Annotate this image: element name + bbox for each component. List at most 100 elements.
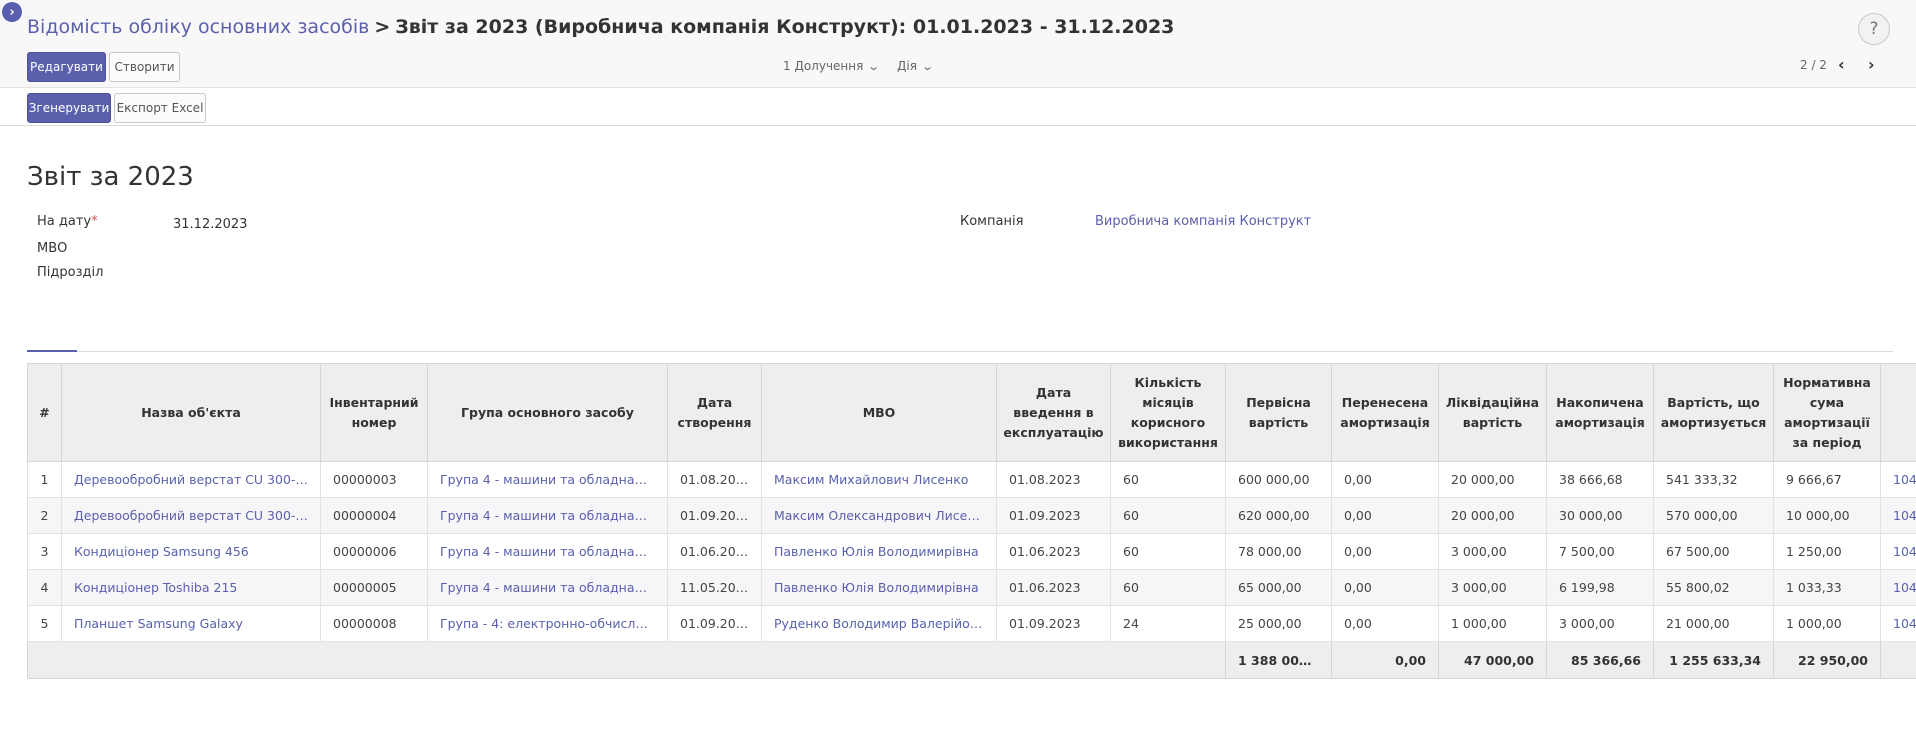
cell-created: 11.05.2023: [667, 569, 762, 606]
column-header-salvage[interactable]: Ліквідаційна вартість: [1438, 363, 1547, 462]
cell-num: 5: [27, 605, 62, 642]
edit-button[interactable]: Редагувати: [27, 52, 106, 82]
attachments-label: 1 Долучення: [783, 59, 864, 73]
cell-group[interactable]: Група 4 - машини та обладнання...: [427, 497, 668, 534]
cell-inventory: 00000008: [320, 605, 428, 642]
column-header-num[interactable]: #: [27, 363, 62, 462]
cell-transferred: 0,00: [1331, 461, 1439, 498]
report-table-container: # Назва об'єкта Інвентарний номер Група …: [27, 363, 1916, 679]
cell-accumulated: 6 199,98: [1546, 569, 1654, 606]
column-header-accumulated[interactable]: Накопичена амортизація: [1546, 363, 1654, 462]
cell-inventory: 00000006: [320, 533, 428, 570]
cell-group[interactable]: Група - 4: електронно-обчислюв...: [427, 605, 668, 642]
cell-created: 01.09.2023: [667, 605, 762, 642]
cell-initial: 78 000,00: [1225, 533, 1332, 570]
table-row[interactable]: 1 Деревообробний верстат CU 300-410 000000…: [27, 461, 1916, 498]
table-row[interactable]: 3 Кондиціонер Samsung 456 00000006 Група 4 …: [27, 533, 1916, 570]
chevron-down-icon: ⌄: [921, 59, 934, 73]
column-header-mvo[interactable]: МВО: [761, 363, 997, 462]
mvo-label: МВО: [37, 241, 68, 256]
total-depreciable: 1 255 633,34: [1653, 641, 1774, 679]
cell-accumulated: 3 000,00: [1546, 605, 1654, 642]
cell-group[interactable]: Група 4 - машини та обладнання...: [427, 533, 668, 570]
cell-num: 3: [27, 533, 62, 570]
cell-name[interactable]: Кондиціонер Toshiba 215: [61, 569, 321, 606]
breadcrumb: Відомість обліку основних засобів > Звіт з…: [27, 16, 1174, 38]
pager-value[interactable]: 2 / 2: [1800, 58, 1827, 72]
column-header-transferred[interactable]: Перенесена амортизація: [1331, 363, 1439, 462]
table-row[interactable]: 5 Планшет Samsung Galaxy 00000008 Група - 4…: [27, 605, 1916, 642]
cell-extra[interactable]: 104: [1880, 461, 1916, 498]
column-header-months[interactable]: Кількість місяців корисного використання: [1110, 363, 1226, 462]
cell-salvage: 20 000,00: [1438, 497, 1547, 534]
report-table: # Назва об'єкта Інвентарний номер Група …: [27, 363, 1916, 679]
date-value[interactable]: 31.12.2023: [173, 217, 247, 232]
column-header-inventory[interactable]: Інвентарний номер: [320, 363, 428, 462]
tab-active-indicator[interactable]: [27, 350, 77, 352]
cell-inventory: 00000004: [320, 497, 428, 534]
table-row[interactable]: 4 Кондиціонер Toshiba 215 00000005 Група 4 …: [27, 569, 1916, 606]
cell-mvo[interactable]: Максим Михайлович Лисенко: [761, 461, 997, 498]
breadcrumb-parent-link[interactable]: Відомість обліку основних засобів: [27, 16, 369, 38]
cell-name[interactable]: Кондиціонер Samsung 456: [61, 533, 321, 570]
cell-accumulated: 30 000,00: [1546, 497, 1654, 534]
cell-months: 60: [1110, 533, 1226, 570]
cell-transferred: 0,00: [1331, 605, 1439, 642]
cell-inventory: 00000003: [320, 461, 428, 498]
table-row[interactable]: 2 Деревообробний верстат CU 300-410 000000…: [27, 497, 1916, 534]
total-transferred: 0,00: [1331, 641, 1439, 679]
generate-button[interactable]: Згенерувати: [27, 93, 111, 123]
help-button[interactable]: ?: [1858, 13, 1890, 45]
sidebar-toggle-icon[interactable]: ›: [2, 2, 22, 22]
export-excel-button[interactable]: Експорт Excel: [114, 93, 206, 123]
cell-transferred: 0,00: [1331, 533, 1439, 570]
cell-commissioned: 01.09.2023: [996, 497, 1111, 534]
totals-spacer: [27, 641, 1226, 679]
cell-depreciable: 21 000,00: [1653, 605, 1774, 642]
column-header-created[interactable]: Дата створення: [667, 363, 762, 462]
cell-num: 2: [27, 497, 62, 534]
column-header-normative[interactable]: Нормативна сума амортизації за період: [1773, 363, 1881, 462]
cell-commissioned: 01.06.2023: [996, 569, 1111, 606]
column-header-commissioned[interactable]: Дата введення в експлуатацію: [996, 363, 1111, 462]
total-initial: 1 388 000,00: [1225, 641, 1332, 679]
column-header-group[interactable]: Група основного засобу: [427, 363, 668, 462]
cell-months: 60: [1110, 461, 1226, 498]
cell-salvage: 1 000,00: [1438, 605, 1547, 642]
column-header-depreciable[interactable]: Вартість, що амортизується: [1653, 363, 1774, 462]
cell-mvo[interactable]: Руденко Володимир Валерійович: [761, 605, 997, 642]
cell-depreciable: 55 800,02: [1653, 569, 1774, 606]
cell-group[interactable]: Група 4 - машини та обладнання...: [427, 461, 668, 498]
cell-salvage: 20 000,00: [1438, 461, 1547, 498]
control-panel: [0, 0, 1916, 88]
cell-depreciable: 541 333,32: [1653, 461, 1774, 498]
cell-salvage: 3 000,00: [1438, 569, 1547, 606]
cell-extra[interactable]: 104: [1880, 497, 1916, 534]
cell-months: 60: [1110, 497, 1226, 534]
cell-extra[interactable]: 104: [1880, 533, 1916, 570]
cell-mvo[interactable]: Максим Олександрович Лисенко: [761, 497, 997, 534]
cell-name[interactable]: Деревообробний верстат CU 300-410: [61, 497, 321, 534]
attachments-dropdown[interactable]: 1 Долучення ⌄: [783, 59, 880, 73]
cell-months: 24: [1110, 605, 1226, 642]
cell-mvo[interactable]: Павленко Юлія Володимирівна: [761, 569, 997, 606]
cell-created: 01.08.2023: [667, 461, 762, 498]
cell-extra[interactable]: 104: [1880, 605, 1916, 642]
cell-created: 01.06.2023: [667, 533, 762, 570]
breadcrumb-current: Звіт за 2023 (Виробнича компанія Констру…: [395, 16, 1175, 38]
cell-group[interactable]: Група 4 - машини та обладнання...: [427, 569, 668, 606]
chevron-left-icon[interactable]: ‹: [1838, 55, 1845, 74]
column-header-initial[interactable]: Первісна вартість: [1225, 363, 1332, 462]
cell-name[interactable]: Планшет Samsung Galaxy: [61, 605, 321, 642]
column-header-extra[interactable]: [1880, 363, 1916, 462]
cell-normative: 9 666,67: [1773, 461, 1881, 498]
cell-extra[interactable]: 104: [1880, 569, 1916, 606]
breadcrumb-separator: >: [374, 16, 391, 38]
cell-name[interactable]: Деревообробний верстат CU 300-410: [61, 461, 321, 498]
cell-mvo[interactable]: Павленко Юлія Володимирівна: [761, 533, 997, 570]
chevron-right-icon[interactable]: ›: [1868, 55, 1875, 74]
create-button[interactable]: Створити: [109, 52, 180, 82]
column-header-name[interactable]: Назва об'єкта: [61, 363, 321, 462]
company-link[interactable]: Виробнича компанія Конструкт: [1095, 214, 1311, 229]
action-dropdown[interactable]: Дія ⌄: [897, 59, 934, 73]
